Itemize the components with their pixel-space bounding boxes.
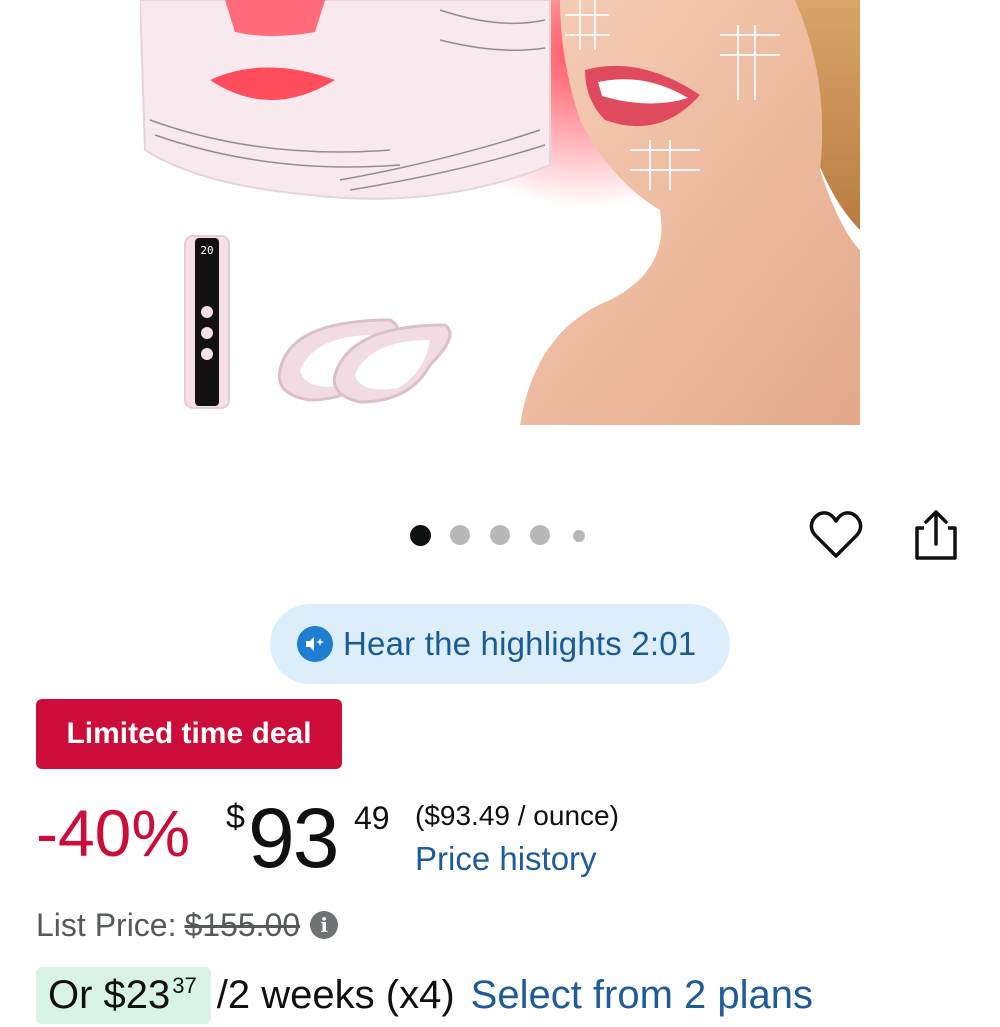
heart-outline-icon bbox=[809, 511, 863, 558]
share-button[interactable] bbox=[910, 506, 962, 564]
price-currency-symbol: $ bbox=[226, 798, 245, 836]
carousel-dot[interactable] bbox=[450, 525, 470, 545]
installment-prefix: Or $ bbox=[48, 973, 126, 1017]
hear-highlights-button[interactable]: Hear the highlights 2:01 bbox=[270, 604, 730, 684]
audio-sparkle-icon bbox=[297, 626, 333, 662]
installment-fraction: 37 bbox=[172, 973, 197, 998]
limited-time-deal-badge: Limited time deal bbox=[36, 699, 342, 769]
list-price-value: $155.00 bbox=[184, 906, 301, 943]
list-price-row: List Price: $155.00 i bbox=[36, 905, 339, 945]
unit-price: ($93.49 / ounce) bbox=[415, 800, 619, 831]
installment-offer-row: Or $23 37 /2 weeks (x4) Select from 2 pla… bbox=[36, 967, 813, 1027]
list-price-label: List Price: bbox=[36, 906, 177, 943]
installment-amount-badge: Or $23 37 bbox=[36, 967, 211, 1024]
price-history-link[interactable]: Price history bbox=[415, 842, 597, 875]
remote-display: 20 bbox=[200, 244, 213, 257]
hear-highlights-label: Hear the highlights 2:01 bbox=[343, 625, 697, 662]
carousel-dot[interactable] bbox=[410, 525, 431, 546]
product-photo: 20 bbox=[140, 0, 860, 425]
add-to-wishlist-button[interactable] bbox=[808, 508, 864, 562]
info-icon[interactable]: i bbox=[310, 911, 339, 939]
price-whole: 93 bbox=[248, 791, 339, 885]
carousel-dot[interactable] bbox=[573, 530, 585, 542]
discount-percentage: -40% bbox=[36, 796, 191, 870]
share-icon bbox=[915, 510, 957, 560]
carousel-dot[interactable] bbox=[490, 525, 510, 545]
price-fraction: 49 bbox=[354, 800, 390, 836]
select-plans-link[interactable]: Select from 2 plans bbox=[471, 973, 813, 1018]
product-image[interactable]: 20 bbox=[140, 0, 860, 425]
installment-whole: 23 bbox=[125, 973, 171, 1017]
carousel-dot[interactable] bbox=[530, 525, 550, 545]
installment-terms: /2 weeks (x4) bbox=[216, 973, 455, 1017]
